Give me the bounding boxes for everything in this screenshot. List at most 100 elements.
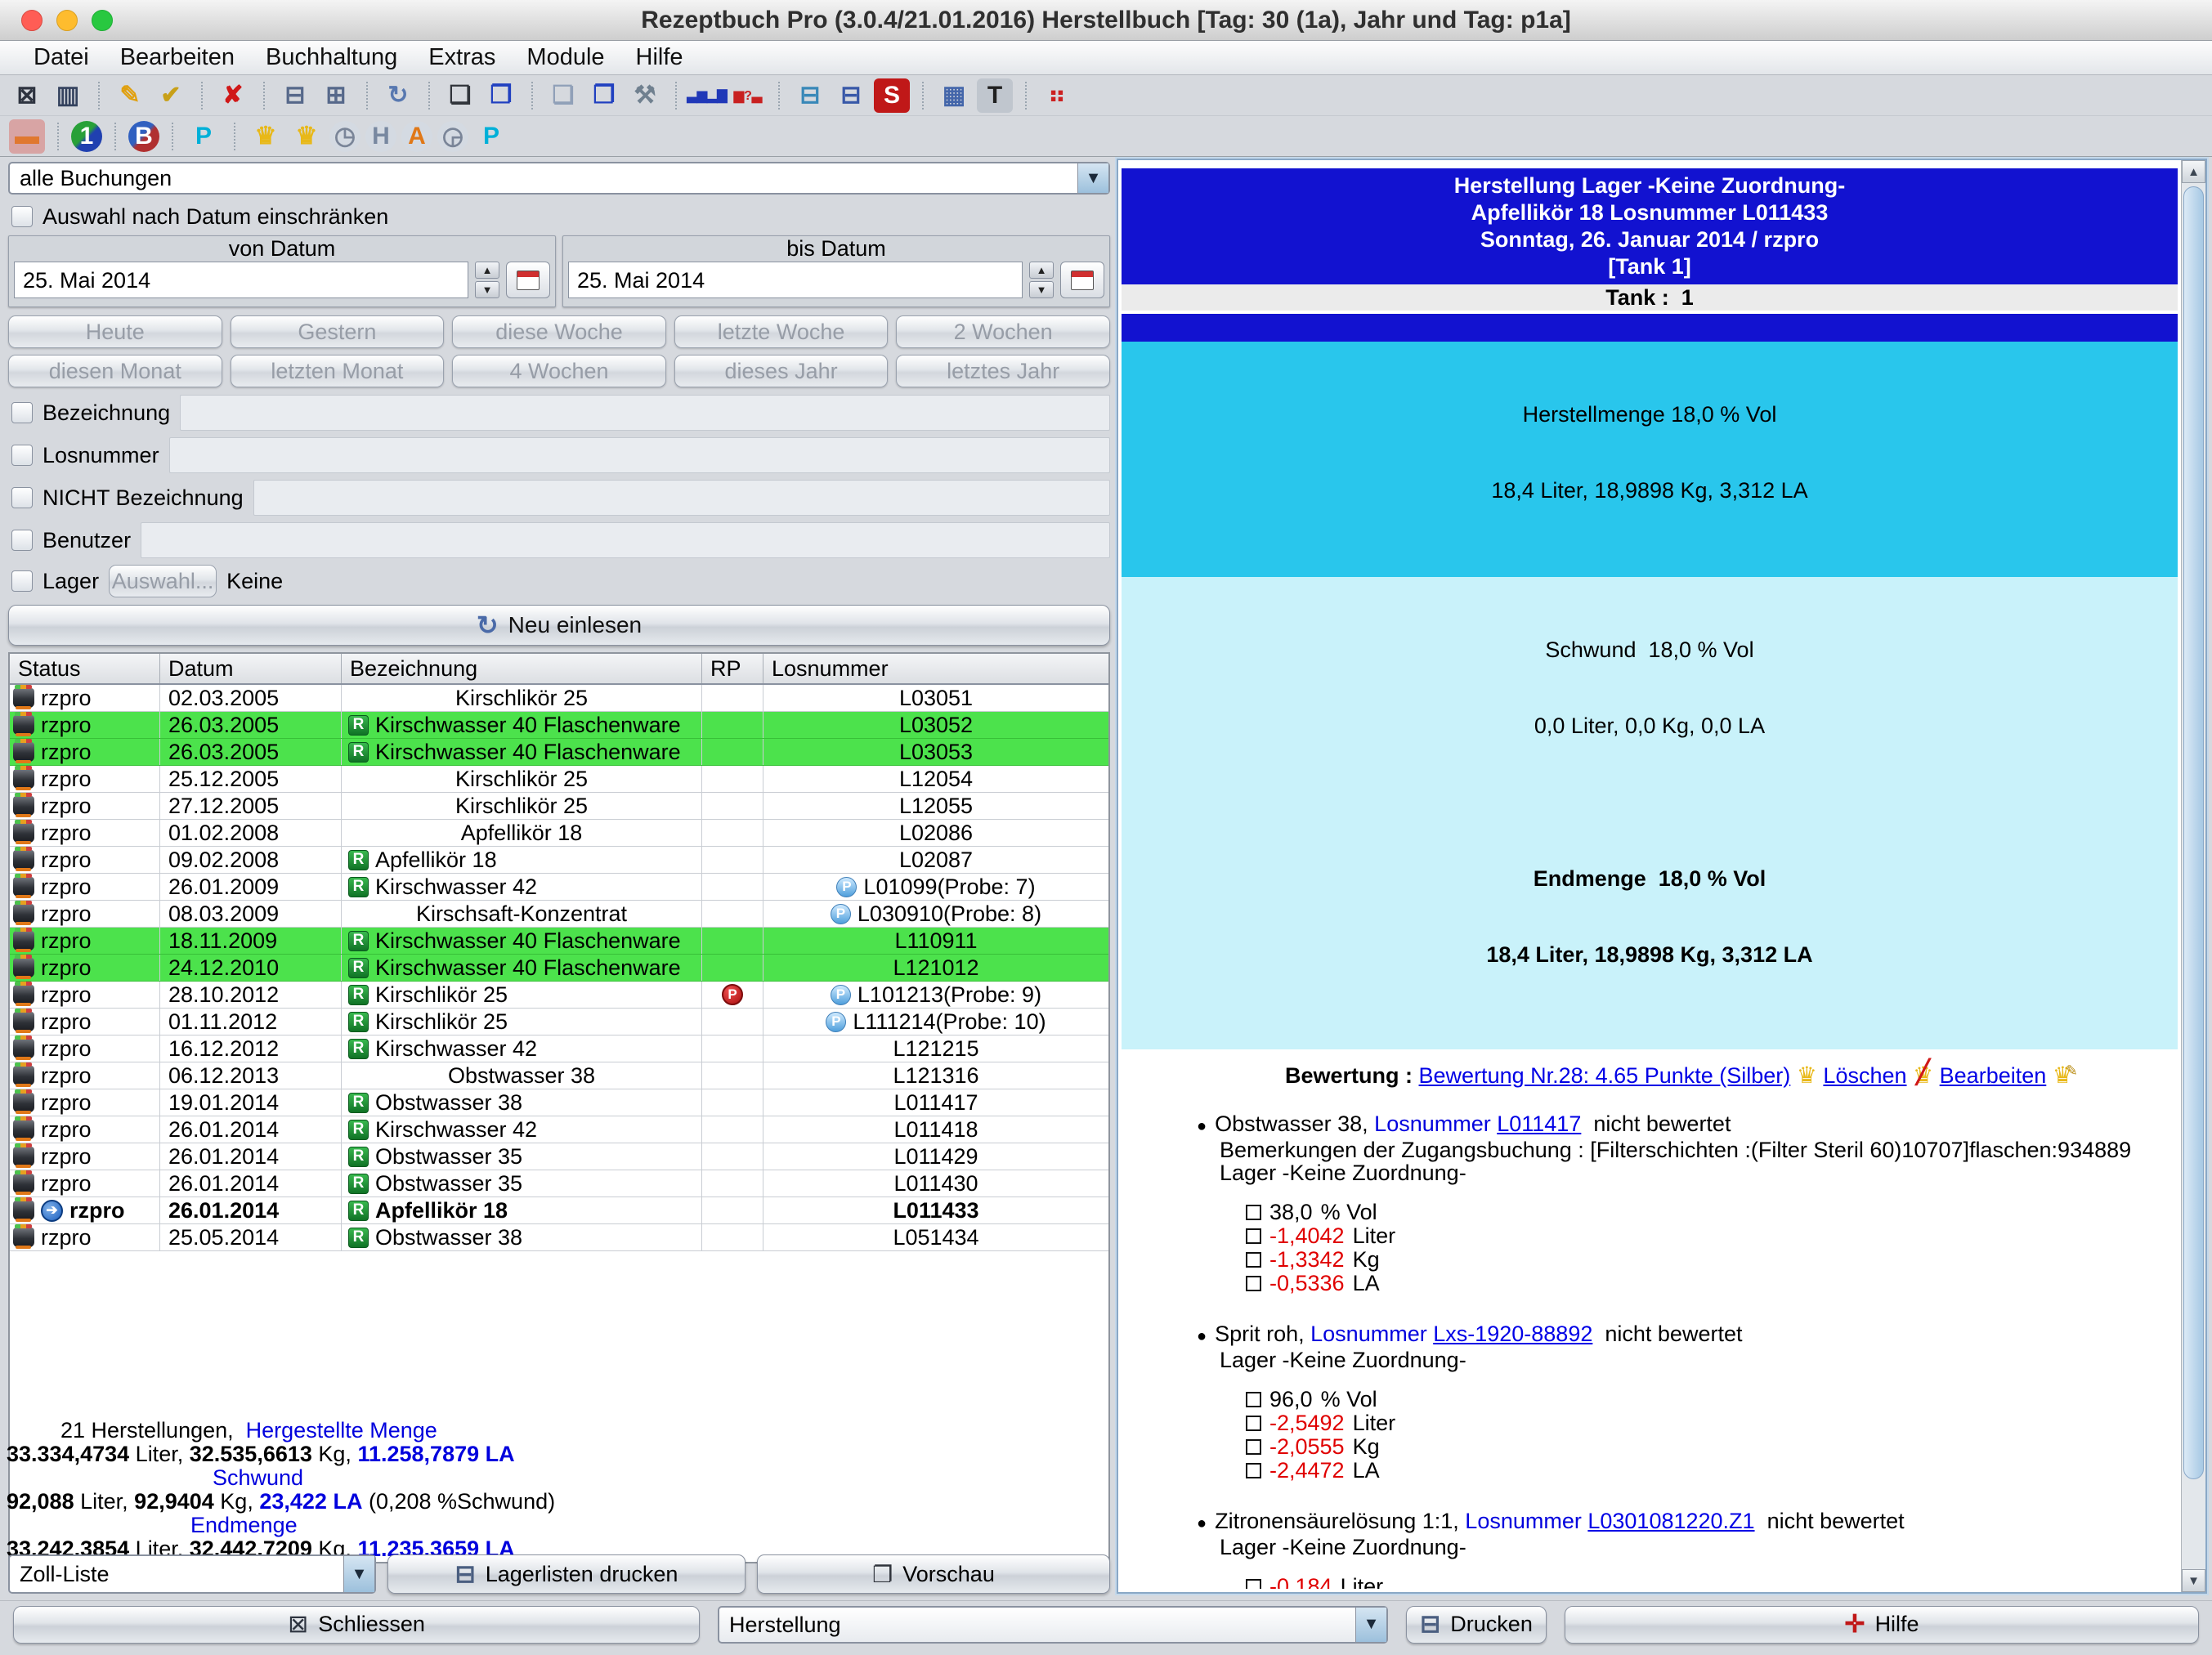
from-date-input[interactable]: 25. Mai 2014 xyxy=(14,262,468,298)
meat-icon[interactable]: ▬ xyxy=(9,119,45,154)
window-icon[interactable]: ▥ xyxy=(50,78,86,113)
chart-query-icon[interactable]: ▆?▃ xyxy=(730,78,766,113)
table-row[interactable]: rzpro27.12.2005Kirschlikör 25L12055 xyxy=(10,793,1108,820)
spin-up-icon[interactable]: ▲ xyxy=(475,262,499,279)
text-tool-icon[interactable]: T xyxy=(977,78,1013,113)
zoom-window-icon[interactable] xyxy=(92,10,113,31)
close-window-icon[interactable] xyxy=(21,10,43,31)
nicht-bezeichnung-input[interactable] xyxy=(253,480,1110,516)
bewertung-link[interactable]: Bewertung Nr.28: 4.65 Punkte (Silber) xyxy=(1419,1063,1791,1088)
grid-calc-icon[interactable]: ▦ xyxy=(936,78,972,113)
detail-scrollbar[interactable]: ▲ ▼ xyxy=(2181,160,2205,1592)
bewertung-delete-link[interactable]: Löschen xyxy=(1823,1063,1906,1088)
preview-button[interactable]: ❐ Vorschau xyxy=(757,1554,1110,1594)
losnummer-link[interactable]: Lxs-1920-88892 xyxy=(1433,1322,1592,1346)
chevron-down-icon[interactable]: ▼ xyxy=(1355,1608,1386,1642)
quick-letzte-woche-button[interactable]: letzte Woche xyxy=(674,315,889,348)
benutzer-checkbox[interactable] xyxy=(11,530,33,551)
value-checkbox[interactable] xyxy=(1246,1228,1261,1244)
print-button[interactable]: ⊟ Drucken xyxy=(1406,1606,1547,1644)
quick-gestern-button[interactable]: Gestern xyxy=(231,315,445,348)
menu-bearbeiten[interactable]: Bearbeiten xyxy=(105,41,250,74)
menu-datei[interactable]: Datei xyxy=(18,41,105,74)
bewertung-edit-link[interactable]: Bearbeiten xyxy=(1940,1063,2047,1088)
document-delete-icon[interactable]: ❏ xyxy=(545,78,581,113)
spin-down-icon[interactable]: ▼ xyxy=(475,281,499,298)
value-checkbox[interactable] xyxy=(1246,1463,1261,1478)
nicht-bezeichnung-checkbox[interactable] xyxy=(11,487,33,508)
document-add-blue-icon[interactable]: ❐ xyxy=(586,78,622,113)
edit-pencil-icon[interactable]: ✎ xyxy=(112,78,148,113)
value-checkbox[interactable] xyxy=(1246,1439,1261,1455)
menu-module[interactable]: Module xyxy=(511,41,620,74)
column-bezeichnung[interactable]: Bezeichnung xyxy=(342,654,702,683)
quick-letzten-monat-button[interactable]: letzten Monat xyxy=(231,355,445,387)
benutzer-input[interactable] xyxy=(141,522,1110,558)
reload-button[interactable]: ↻ Neu einlesen xyxy=(8,605,1110,646)
bezeichnung-checkbox[interactable] xyxy=(11,402,33,423)
losnummer-checkbox[interactable] xyxy=(11,445,33,466)
help-button[interactable]: ✛ Hilfe xyxy=(1565,1606,2199,1644)
value-checkbox[interactable] xyxy=(1246,1252,1261,1268)
close-button[interactable]: ⊠ Schliessen xyxy=(13,1606,700,1644)
quick-diesen-monat-button[interactable]: diesen Monat xyxy=(8,355,222,387)
delete-icon[interactable]: ✘ xyxy=(215,78,251,113)
column-datum[interactable]: Datum xyxy=(160,654,342,683)
table-row[interactable]: rzpro09.02.2008RApfellikör 18L02087 xyxy=(10,847,1108,874)
from-date-calendar-button[interactable] xyxy=(506,262,550,298)
table-row[interactable]: rzpro26.01.2014RKirschwasser 42L011418 xyxy=(10,1116,1108,1143)
print-settings-icon[interactable]: ⊞ xyxy=(318,78,354,113)
table-row[interactable]: rzpro26.01.2014RObstwasser 35L011430 xyxy=(10,1170,1108,1197)
value-checkbox[interactable] xyxy=(1246,1205,1261,1220)
losnummer-link[interactable]: L011417 xyxy=(1497,1112,1581,1136)
document-add-icon[interactable]: ❐ xyxy=(483,78,519,113)
table-row[interactable]: rzpro16.12.2012RKirschwasser 42L121215 xyxy=(10,1035,1108,1062)
scrollbar-thumb[interactable] xyxy=(2183,186,2204,1479)
column-losnummer[interactable]: Losnummer xyxy=(763,654,1108,683)
scroll-up-icon[interactable]: ▲ xyxy=(2182,160,2205,183)
table-row[interactable]: rzpro02.03.2005Kirschlikör 25L03051 xyxy=(10,685,1108,712)
trophy-icon[interactable]: ♛ xyxy=(248,119,284,154)
value-checkbox[interactable] xyxy=(1246,1392,1261,1407)
losnummer-link[interactable]: L0301081220.Z1 xyxy=(1587,1509,1754,1533)
badge-a-icon[interactable]: A xyxy=(401,121,432,152)
table-row[interactable]: rzpro26.01.2014RObstwasser 35L011429 xyxy=(10,1143,1108,1170)
printer-probe-icon[interactable]: ⊟ xyxy=(792,78,828,113)
value-checkbox[interactable] xyxy=(1246,1276,1261,1291)
column-rp[interactable]: RP xyxy=(702,654,763,683)
quick-diese-woche-button[interactable]: diese Woche xyxy=(452,315,666,348)
column-status[interactable]: Status xyxy=(10,654,160,683)
document-icon[interactable]: ❏ xyxy=(442,78,478,113)
to-date-calendar-button[interactable] xyxy=(1060,262,1104,298)
menu-buchhaltung[interactable]: Buchhaltung xyxy=(250,41,413,74)
probe-bottle2-icon[interactable]: P xyxy=(473,119,509,154)
scroll-down-icon[interactable]: ▼ xyxy=(2182,1569,2205,1592)
table-row[interactable]: rzpro19.01.2014RObstwasser 38L011417 xyxy=(10,1089,1108,1116)
minimize-window-icon[interactable] xyxy=(56,10,78,31)
wrench-icon[interactable]: ⚒ xyxy=(627,78,663,113)
exit-icon[interactable]: ⊠ xyxy=(9,78,45,113)
quick-letztes-jahr-button[interactable]: letztes Jahr xyxy=(896,355,1110,387)
table-row[interactable]: rzpro25.12.2005Kirschlikör 25L12054 xyxy=(10,766,1108,793)
chart-icon[interactable]: ▃▆▂▇ xyxy=(689,78,725,113)
table-row[interactable]: rzpro26.03.2005RKirschwasser 40 Flaschen… xyxy=(10,739,1108,766)
table-row[interactable]: rzpro08.03.2009Kirschsaft-KonzentratPL03… xyxy=(10,901,1108,928)
table-row[interactable]: rzpro26.01.2009RKirschwasser 42PL01099(P… xyxy=(10,874,1108,901)
badge-h-icon[interactable]: H xyxy=(365,121,396,152)
table-row[interactable]: rzpro24.12.2010RKirschwasser 40 Flaschen… xyxy=(10,955,1108,982)
table-row[interactable]: rzpro01.11.2012RKirschlikör 25PL111214(P… xyxy=(10,1009,1108,1035)
trophy-edit-icon[interactable]: ♛ xyxy=(289,119,325,154)
pdf-export-icon[interactable]: S xyxy=(874,78,910,113)
quick-2-wochen-button[interactable]: 2 Wochen xyxy=(896,315,1110,348)
lager-auswahl-button[interactable]: Auswahl... xyxy=(109,565,217,597)
table-row[interactable]: rzpro18.11.2009RKirschwasser 40 Flaschen… xyxy=(10,928,1108,955)
table-row[interactable]: rzpro28.10.2012RKirschlikör 25PPL101213(… xyxy=(10,982,1108,1009)
chevron-down-icon[interactable]: ▼ xyxy=(343,1556,374,1592)
probe-bottle-icon[interactable]: P xyxy=(186,119,222,154)
list-type-combobox[interactable]: Zoll-Liste ▼ xyxy=(8,1554,376,1594)
table-row[interactable]: rzpro01.02.2008Apfellikör 18L02086 xyxy=(10,820,1108,847)
printer-probe2-icon[interactable]: ⊟ xyxy=(833,78,869,113)
mode-combobox[interactable]: Herstellung ▼ xyxy=(718,1606,1388,1644)
value-checkbox[interactable] xyxy=(1246,1579,1261,1589)
table-row[interactable]: rzpro25.05.2014RObstwasser 38L051434 xyxy=(10,1224,1108,1251)
